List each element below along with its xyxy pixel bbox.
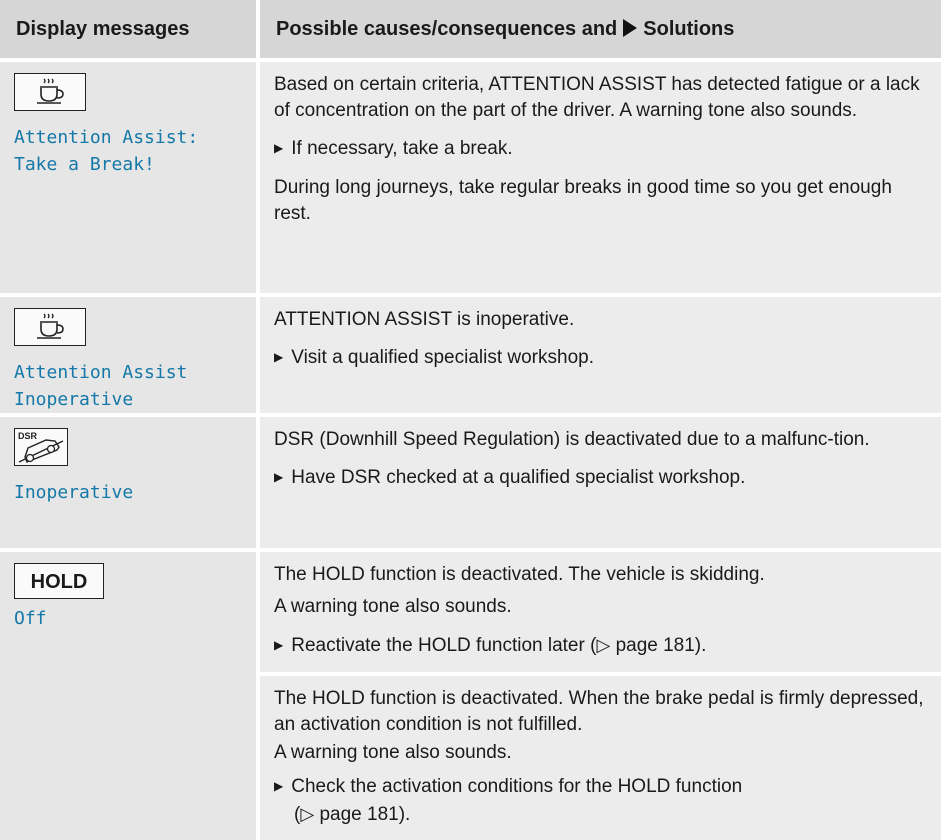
display-message-cell: Attention Assist: Take a Break! bbox=[0, 58, 258, 295]
display-message-cell: DSR Inoperative bbox=[0, 413, 258, 550]
page-reference[interactable]: page 181). bbox=[616, 635, 707, 656]
hold-icon: HOLD bbox=[14, 563, 104, 599]
cause-text: ATTENTION ASSIST is inoperative. bbox=[274, 309, 575, 330]
display-message-text: Inoperative bbox=[14, 482, 134, 503]
cause-text: DSR (Downhill Speed Regulation) is deact… bbox=[274, 429, 870, 450]
display-message-text: Attention Assist: Take a Break! bbox=[14, 127, 199, 175]
causes-solutions-cell: ATTENTION ASSIST is inoperative. Visit a… bbox=[256, 293, 941, 415]
display-message-cell: HOLD Off bbox=[0, 548, 258, 840]
solution-step: If necessary, take a break. bbox=[274, 136, 931, 163]
header-display-messages: Display messages bbox=[0, 0, 258, 60]
solution-step: Visit a qualified specialist workshop. bbox=[274, 345, 931, 372]
solution-step: Check the activation conditions for the … bbox=[274, 774, 931, 801]
solution-step-text: Reactivate the HOLD function later ( bbox=[291, 635, 597, 656]
cause-text: Based on certain criteria, ATTENTION ASS… bbox=[274, 74, 920, 121]
table-row: Attention Assist: Take a Break! Based on… bbox=[0, 58, 941, 295]
display-message-text: Attention Assist Inoperative bbox=[14, 362, 188, 410]
table-row: HOLD Off The HOLD function is deactivate… bbox=[0, 548, 941, 840]
header-causes-solutions: Possible causes/consequences and Solution… bbox=[256, 0, 941, 60]
cause-text: The HOLD function is deactivated. When t… bbox=[274, 688, 924, 735]
solution-step: Reactivate the HOLD function later (▷ pa… bbox=[274, 632, 931, 660]
display-message-cell: Attention Assist Inoperative bbox=[0, 293, 258, 415]
page-ref-arrow-icon: ▷ bbox=[596, 635, 611, 655]
page-ref-arrow-icon: ▷ bbox=[300, 804, 315, 824]
coffee-cup-icon bbox=[14, 73, 86, 111]
solution-step: Have DSR checked at a qualified speciali… bbox=[274, 465, 931, 492]
table-row: Attention Assist Inoperative ATTENTION A… bbox=[0, 293, 941, 415]
causes-solutions-cell: DSR (Downhill Speed Regulation) is deact… bbox=[256, 413, 941, 550]
cause-text: A warning tone also sounds. bbox=[274, 596, 512, 617]
causes-solutions-cell: The HOLD function is deactivated. When t… bbox=[256, 672, 941, 840]
header-solutions-label: Solutions bbox=[643, 17, 735, 40]
dsr-icon-label: DSR bbox=[18, 431, 38, 441]
cause-text: A warning tone also sounds. bbox=[274, 742, 512, 763]
cause-text: The HOLD function is deactivated. The ve… bbox=[274, 564, 765, 585]
coffee-cup-icon bbox=[14, 308, 86, 346]
header-causes-label: Possible causes/consequences and bbox=[276, 17, 618, 40]
table-row: DSR Inoperative DSR (Downhill Speed Regu… bbox=[0, 413, 941, 550]
causes-solutions-cell: Based on certain criteria, ATTENTION ASS… bbox=[256, 58, 941, 295]
causes-solutions-cell: The HOLD function is deactivated. The ve… bbox=[256, 548, 941, 674]
display-message-text: Off bbox=[14, 608, 47, 629]
page: Display messages Possible causes/consequ… bbox=[0, 0, 941, 840]
cause-text: During long journeys, take regular break… bbox=[274, 177, 892, 224]
solutions-arrow-icon bbox=[623, 18, 638, 37]
display-messages-table: Display messages Possible causes/consequ… bbox=[0, 0, 941, 840]
solution-step-continued: (▷ page 181). bbox=[294, 804, 411, 825]
dsr-icon: DSR bbox=[14, 428, 68, 466]
page-reference[interactable]: page 181). bbox=[319, 804, 410, 825]
table-header-row: Display messages Possible causes/consequ… bbox=[0, 0, 941, 60]
